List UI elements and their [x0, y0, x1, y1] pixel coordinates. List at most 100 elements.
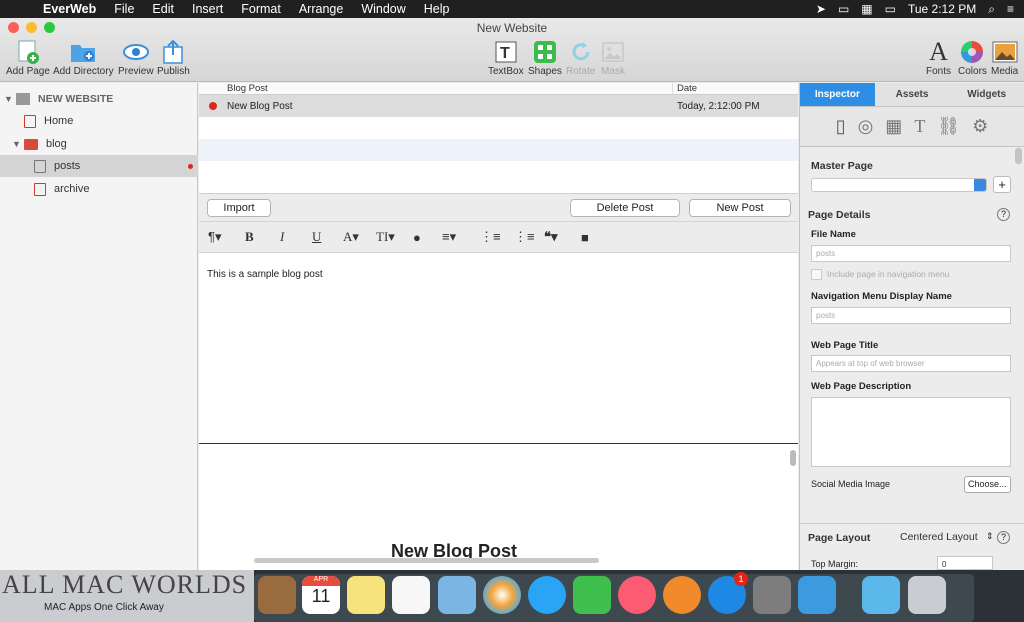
menu-edit[interactable]: Edit [143, 2, 183, 16]
column-header-date[interactable]: Date [673, 83, 697, 94]
preview-scrollbar[interactable] [790, 450, 796, 466]
rotate-button[interactable]: Rotate [566, 38, 595, 77]
disclosure-triangle-icon[interactable]: ▼ [12, 139, 24, 149]
menu-help[interactable]: Help [415, 2, 459, 16]
italic-icon[interactable]: I [280, 229, 284, 245]
rotate-label: Rotate [566, 66, 596, 77]
choose-image-button[interactable]: Choose... [964, 476, 1011, 493]
menu-app[interactable]: EverWeb [34, 2, 105, 16]
quote-icon[interactable]: ❝▾ [544, 229, 558, 245]
align-icon[interactable]: ≡▾ [442, 229, 456, 245]
system-preferences-icon[interactable] [753, 576, 791, 614]
text-inspector-icon[interactable]: T [914, 116, 925, 137]
inspector-scrollbar[interactable] [1015, 148, 1022, 164]
display-icon[interactable]: ▭ [838, 2, 849, 16]
clock[interactable]: Tue 2:12 PM [908, 2, 976, 16]
new-post-button[interactable]: New Post [689, 199, 791, 217]
reminders-icon[interactable] [392, 576, 430, 614]
layout-inspector-icon[interactable]: ▦ [885, 116, 902, 137]
ibooks-icon[interactable] [663, 576, 701, 614]
bullet-list-icon[interactable]: ⋮≡ [514, 229, 535, 245]
menu-bar: EverWeb File Edit Insert Format Arrange … [0, 0, 1024, 18]
svg-text:T: T [500, 45, 510, 62]
top-margin-field[interactable]: 0 [937, 556, 993, 570]
textbox-button[interactable]: T TextBox [488, 38, 524, 77]
sidebar-item-blog[interactable]: ▼ blog [12, 133, 67, 155]
help-icon[interactable]: ? [997, 208, 1010, 221]
photos-icon[interactable] [483, 576, 521, 614]
sidebar-item-archive[interactable]: archive [34, 178, 89, 200]
itunes-icon[interactable] [618, 576, 656, 614]
list-icon[interactable]: ≡ [1007, 2, 1014, 16]
column-header-post[interactable]: Blog Post [227, 83, 673, 94]
mask-button[interactable]: Mask [601, 38, 625, 77]
master-page-select[interactable] [811, 178, 987, 192]
shape-inspector-icon[interactable]: ◎ [858, 116, 874, 137]
page-layout-select[interactable]: Centered Layout [900, 531, 978, 543]
link-inspector-icon[interactable]: ⛓ [937, 116, 960, 137]
site-root[interactable]: ▼ NEW WEBSITE [4, 88, 113, 110]
menu-format[interactable]: Format [232, 2, 290, 16]
nav-display-name-field[interactable]: posts [811, 307, 1011, 324]
sidebar-item-home[interactable]: Home [24, 110, 73, 132]
preview-button[interactable]: Preview [118, 38, 154, 77]
paragraph-icon[interactable]: ¶▾ [208, 229, 222, 245]
media-button[interactable]: Media [991, 38, 1018, 77]
calendar-icon[interactable]: APR 11 [302, 576, 340, 614]
preview-horizontal-scrollbar[interactable] [254, 558, 599, 563]
trash-icon[interactable] [908, 576, 946, 614]
contacts-icon[interactable] [258, 576, 296, 614]
help-icon[interactable]: ? [997, 531, 1010, 544]
table-row-empty [199, 117, 798, 139]
fonts-button[interactable]: A Fonts [926, 37, 951, 77]
colors-button[interactable]: Colors [958, 38, 987, 77]
menu-file[interactable]: File [105, 2, 143, 16]
stepper-icon[interactable]: ⇕ [986, 531, 994, 542]
textbox-label: TextBox [488, 66, 524, 77]
add-directory-button[interactable]: Add Directory [53, 38, 114, 77]
menu-arrange[interactable]: Arrange [290, 2, 352, 16]
file-name-field[interactable]: posts [811, 245, 1011, 262]
publish-button[interactable]: Publish [157, 38, 190, 77]
highlight-icon[interactable]: ● [413, 230, 421, 245]
preview-app-icon[interactable] [438, 576, 476, 614]
sidebar-item-posts[interactable]: posts [0, 155, 198, 177]
messages-icon[interactable] [528, 576, 566, 614]
numbered-list-icon[interactable]: ⋮≡ [480, 229, 501, 245]
downloads-folder-icon[interactable] [862, 576, 900, 614]
shapes-button[interactable]: Shapes [528, 38, 562, 77]
page-preview[interactable]: New Blog Post [199, 445, 798, 570]
flag-icon[interactable]: ▦ [861, 2, 872, 16]
bold-icon[interactable]: B [245, 229, 254, 245]
delete-post-button[interactable]: Delete Post [570, 199, 680, 217]
menu-window[interactable]: Window [352, 2, 414, 16]
text-size-icon[interactable]: TI▾ [376, 229, 395, 245]
menu-insert[interactable]: Insert [183, 2, 232, 16]
web-page-description-field[interactable] [811, 397, 1011, 467]
page-inspector-icon[interactable]: ▯ [836, 116, 846, 137]
location-icon[interactable]: ➤ [816, 2, 826, 16]
post-actions-bar: Import Delete Post New Post [199, 193, 798, 221]
underline-icon[interactable]: U [312, 229, 321, 245]
include-nav-checkbox[interactable] [811, 269, 822, 280]
settings-gear-icon[interactable]: ⚙ [972, 116, 988, 137]
add-master-page-button[interactable]: + [993, 176, 1011, 193]
facetime-icon[interactable] [573, 576, 611, 614]
font-color-icon[interactable]: A▾ [343, 229, 359, 245]
tab-inspector[interactable]: Inspector [800, 83, 875, 107]
notes-icon[interactable] [347, 576, 385, 614]
import-button[interactable]: Import [207, 199, 271, 217]
battery-icon[interactable]: ▭ [885, 2, 896, 16]
video-icon[interactable]: ■ [581, 230, 589, 245]
tab-assets[interactable]: Assets [874, 83, 950, 107]
tab-widgets[interactable]: Widgets [949, 83, 1024, 107]
table-row[interactable]: New Blog Post Today, 2:12:00 PM [199, 95, 798, 117]
mask-icon [601, 38, 625, 66]
disclosure-triangle-icon[interactable]: ▼ [4, 94, 16, 104]
web-page-title-field[interactable]: Appears at top of web browser [811, 355, 1011, 372]
add-page-button[interactable]: Add Page [6, 38, 50, 77]
web-page-description-label: Web Page Description [811, 381, 912, 392]
everweb-app-icon[interactable] [798, 576, 836, 614]
search-icon[interactable]: ⌕ [988, 2, 995, 17]
post-body-editor[interactable]: This is a sample blog post [199, 254, 798, 444]
